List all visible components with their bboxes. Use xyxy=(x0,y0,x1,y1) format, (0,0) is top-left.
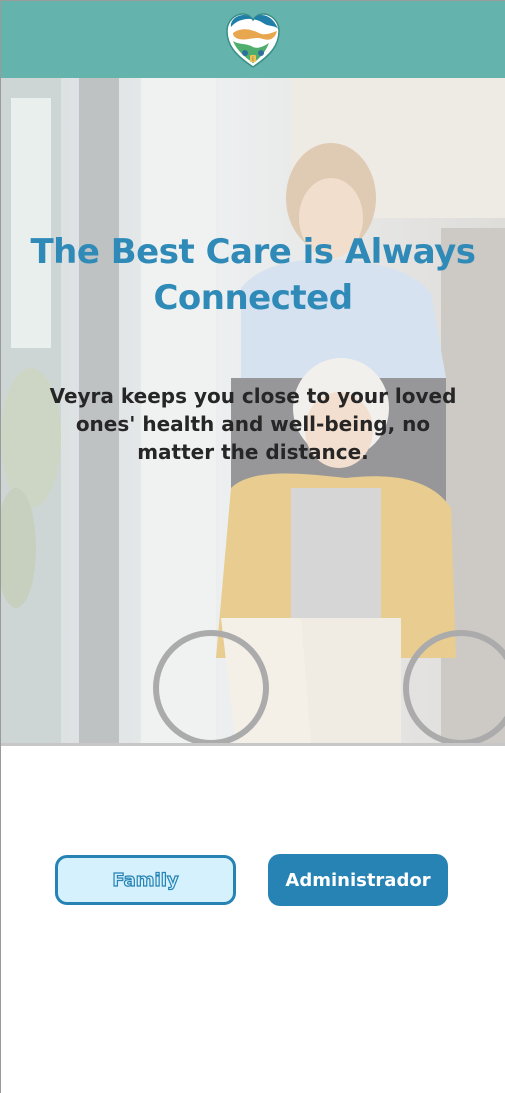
family-button[interactable]: Family xyxy=(55,855,236,905)
app-screen: i The Best Care is Always Connected Veyr… xyxy=(0,0,505,1093)
administrador-button[interactable]: Administrador xyxy=(268,854,448,906)
top-bar: i xyxy=(1,1,505,78)
hero-subtitle: Veyra keeps you close to your loved ones… xyxy=(49,384,457,464)
hero-banner: The Best Care is Always Connected Veyra … xyxy=(1,78,505,746)
veyra-logo-heart-icon: i xyxy=(226,13,280,68)
hero-title: The Best Care is Always Connected xyxy=(30,232,476,318)
